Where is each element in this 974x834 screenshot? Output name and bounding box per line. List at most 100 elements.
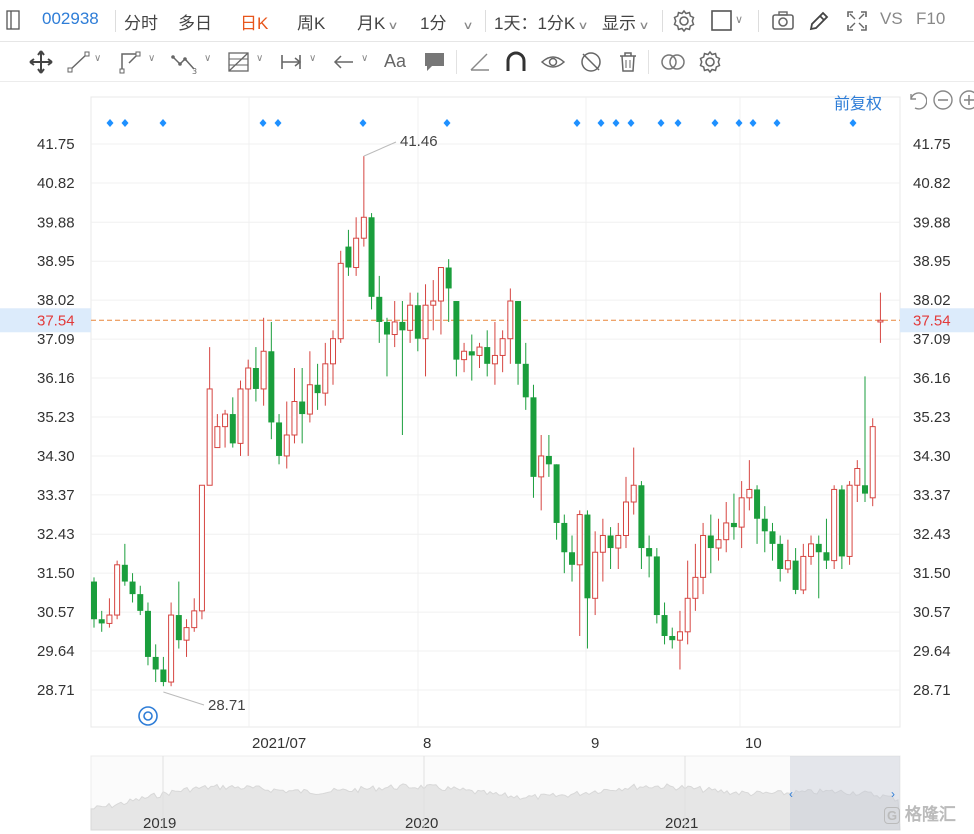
candle (98, 610, 105, 632)
candle-body (391, 321, 398, 336)
polyline-icon[interactable]: ∨ (118, 49, 155, 75)
comment-icon[interactable] (422, 49, 448, 75)
checkbox-icon[interactable] (709, 8, 735, 34)
candle (584, 510, 591, 649)
hide-icon[interactable] (578, 49, 604, 75)
magnet-icon[interactable] (503, 49, 529, 75)
candle-body (191, 610, 198, 629)
tab-multi-day[interactable]: 多日 (178, 9, 212, 34)
settings-gear-icon[interactable] (671, 8, 697, 34)
candle-body (777, 543, 784, 569)
overlay-icon[interactable] (659, 49, 687, 75)
chevron-down-icon[interactable]: ∨ (735, 13, 743, 26)
candle (337, 250, 344, 343)
tab-weekly-k[interactable]: 周K (297, 9, 325, 34)
y-tick-label-right: 41.75 (913, 136, 951, 153)
event-marker (657, 119, 665, 127)
wave-icon[interactable]: 3 ∨ (170, 49, 211, 75)
chevron-down-icon: ∨ (148, 53, 156, 64)
y-tick-label-left: 35.23 (37, 409, 75, 426)
candle (700, 522, 707, 595)
candle (414, 292, 421, 352)
undo-icon[interactable] (905, 89, 928, 111)
tab-monthly-k[interactable]: 月K ∨ (357, 9, 399, 34)
fibonacci-icon[interactable]: ∨ (226, 49, 263, 75)
camera-icon[interactable] (770, 8, 796, 34)
candle (276, 414, 283, 465)
zoom-out-icon[interactable] (932, 89, 954, 111)
candle-body (468, 351, 475, 356)
candle-body (607, 535, 614, 549)
y-tick-label-left: 31.50 (37, 565, 75, 582)
candle-body (869, 426, 876, 499)
tab-daily-k[interactable]: 日K (240, 9, 268, 34)
zoom-in-icon[interactable] (958, 89, 974, 111)
candle (206, 347, 213, 486)
candle (368, 213, 375, 310)
candle-body (823, 552, 830, 561)
candle-body (121, 564, 128, 582)
kline-chart[interactable]: 41.75 41.75 40.82 40.82 39.88 39.88 38.95 38.95… (0, 82, 974, 834)
settings-icon[interactable] (697, 49, 723, 75)
compare-button[interactable]: VS (880, 9, 903, 29)
news-at-ring (138, 706, 158, 726)
candle-body (260, 350, 267, 390)
candle-body (91, 581, 97, 620)
range-icon[interactable]: ∨ (279, 49, 316, 75)
y-tick-label-right: 28.71 (913, 682, 951, 699)
candle-body (276, 422, 283, 456)
tab-1min-label: 1分 (420, 14, 447, 33)
candle-body (877, 319, 884, 323)
navigator-handle-left: ‹ (789, 787, 793, 801)
adjust-mode-button[interactable]: 前复权 (834, 90, 882, 114)
sidebar-toggle-icon[interactable] (6, 10, 20, 30)
candle-body (222, 413, 229, 428)
candle-body (368, 217, 375, 297)
candle (862, 376, 868, 502)
crosshair-icon[interactable] (28, 49, 54, 75)
event-marker (749, 119, 757, 127)
candle (831, 485, 838, 569)
f10-button[interactable]: F10 (916, 9, 945, 29)
candle (299, 368, 306, 444)
candle (345, 229, 352, 276)
chevron-down-icon: ∨ (577, 20, 589, 32)
pencil-icon[interactable] (806, 8, 832, 34)
candle (869, 418, 876, 507)
eye-icon[interactable] (540, 49, 566, 75)
candle-body (784, 560, 791, 570)
candle (646, 535, 653, 578)
chevron-down-icon: ∨ (256, 53, 264, 64)
candle (121, 543, 128, 586)
y-tick-label-left: 36.16 (37, 370, 75, 387)
candle (607, 527, 614, 569)
text-icon[interactable]: Aa (384, 51, 406, 77)
line-icon[interactable]: ∨ (66, 49, 101, 75)
y-tick-label-left: 41.75 (37, 136, 75, 153)
chart-top-bar: 002938 分时 多日 日K 周K 月K ∨ 1分 ∨ 1天：1分K ∨ 显示 ∨ ∨… (0, 0, 974, 42)
x-tick-label: 9 (591, 735, 599, 752)
display-menu[interactable]: 显示 ∨ (602, 9, 650, 34)
y-tick-label-right: 39.88 (913, 214, 951, 231)
ruler-icon[interactable] (467, 49, 493, 75)
tab-intraday[interactable]: 分时 (124, 9, 158, 34)
candle (445, 259, 452, 322)
trash-icon[interactable] (615, 49, 641, 75)
fullscreen-icon[interactable] (844, 8, 870, 34)
candle (252, 347, 259, 402)
period-select[interactable]: 1天：1分K ∨ (494, 9, 589, 34)
tab-1min[interactable]: 1分 ∨ (420, 9, 474, 34)
candle (784, 539, 791, 574)
candle (838, 485, 845, 569)
arrow-icon[interactable]: ∨ (331, 49, 368, 75)
candle-body (360, 216, 367, 239)
candle-body (669, 635, 676, 641)
candle-body (330, 338, 337, 365)
stock-code[interactable]: 002938 (42, 9, 99, 29)
candle-body (407, 304, 414, 331)
navigator-year-label: 2020 (405, 815, 438, 832)
candle-body (160, 669, 167, 683)
event-marker (573, 119, 581, 127)
kline-chart-svg[interactable]: 41.75 41.75 40.82 40.82 39.88 39.88 38.95 38.95… (0, 82, 974, 834)
candle-body (754, 489, 761, 519)
